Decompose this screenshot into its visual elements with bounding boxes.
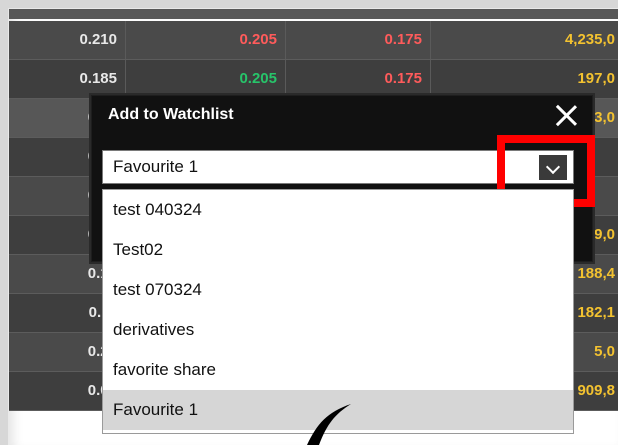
watchlist-option[interactable]: test 070324 [103,270,573,310]
table-cell: 4,235,0 [431,21,618,59]
table-row[interactable]: 0.210 0.205 0.175 4,235,0 [9,21,618,60]
watchlist-option[interactable]: test 040324 [103,190,573,230]
watchlist-option[interactable]: favorite share [103,350,573,390]
watchlist-select-value: Favourite 1 [113,157,199,176]
table-cell: 0.205 [126,60,286,98]
dialog-title: Add to Watchlist [108,106,234,123]
table-cell: 0.210 [9,21,126,59]
watchlist-option[interactable]: derivatives [103,310,573,350]
table-row[interactable]: 0.185 0.205 0.175 197,0 [9,60,618,99]
watchlist-select[interactable]: Favourite 1 [102,150,574,184]
table-cell: 0.185 [9,60,126,98]
annotation-arrow-icon [307,404,351,445]
table-cell: 197,0 [431,60,618,98]
watchlist-option[interactable]: Test02 [103,230,573,270]
close-icon[interactable] [552,101,580,129]
table-cell: 0.175 [286,21,431,59]
chevron-down-icon[interactable] [539,155,567,180]
table-cell: 0.205 [126,21,286,59]
table-cell: 0.175 [286,60,431,98]
watchlist-options-list: test 040324 Test02 test 070324 derivativ… [102,189,574,434]
